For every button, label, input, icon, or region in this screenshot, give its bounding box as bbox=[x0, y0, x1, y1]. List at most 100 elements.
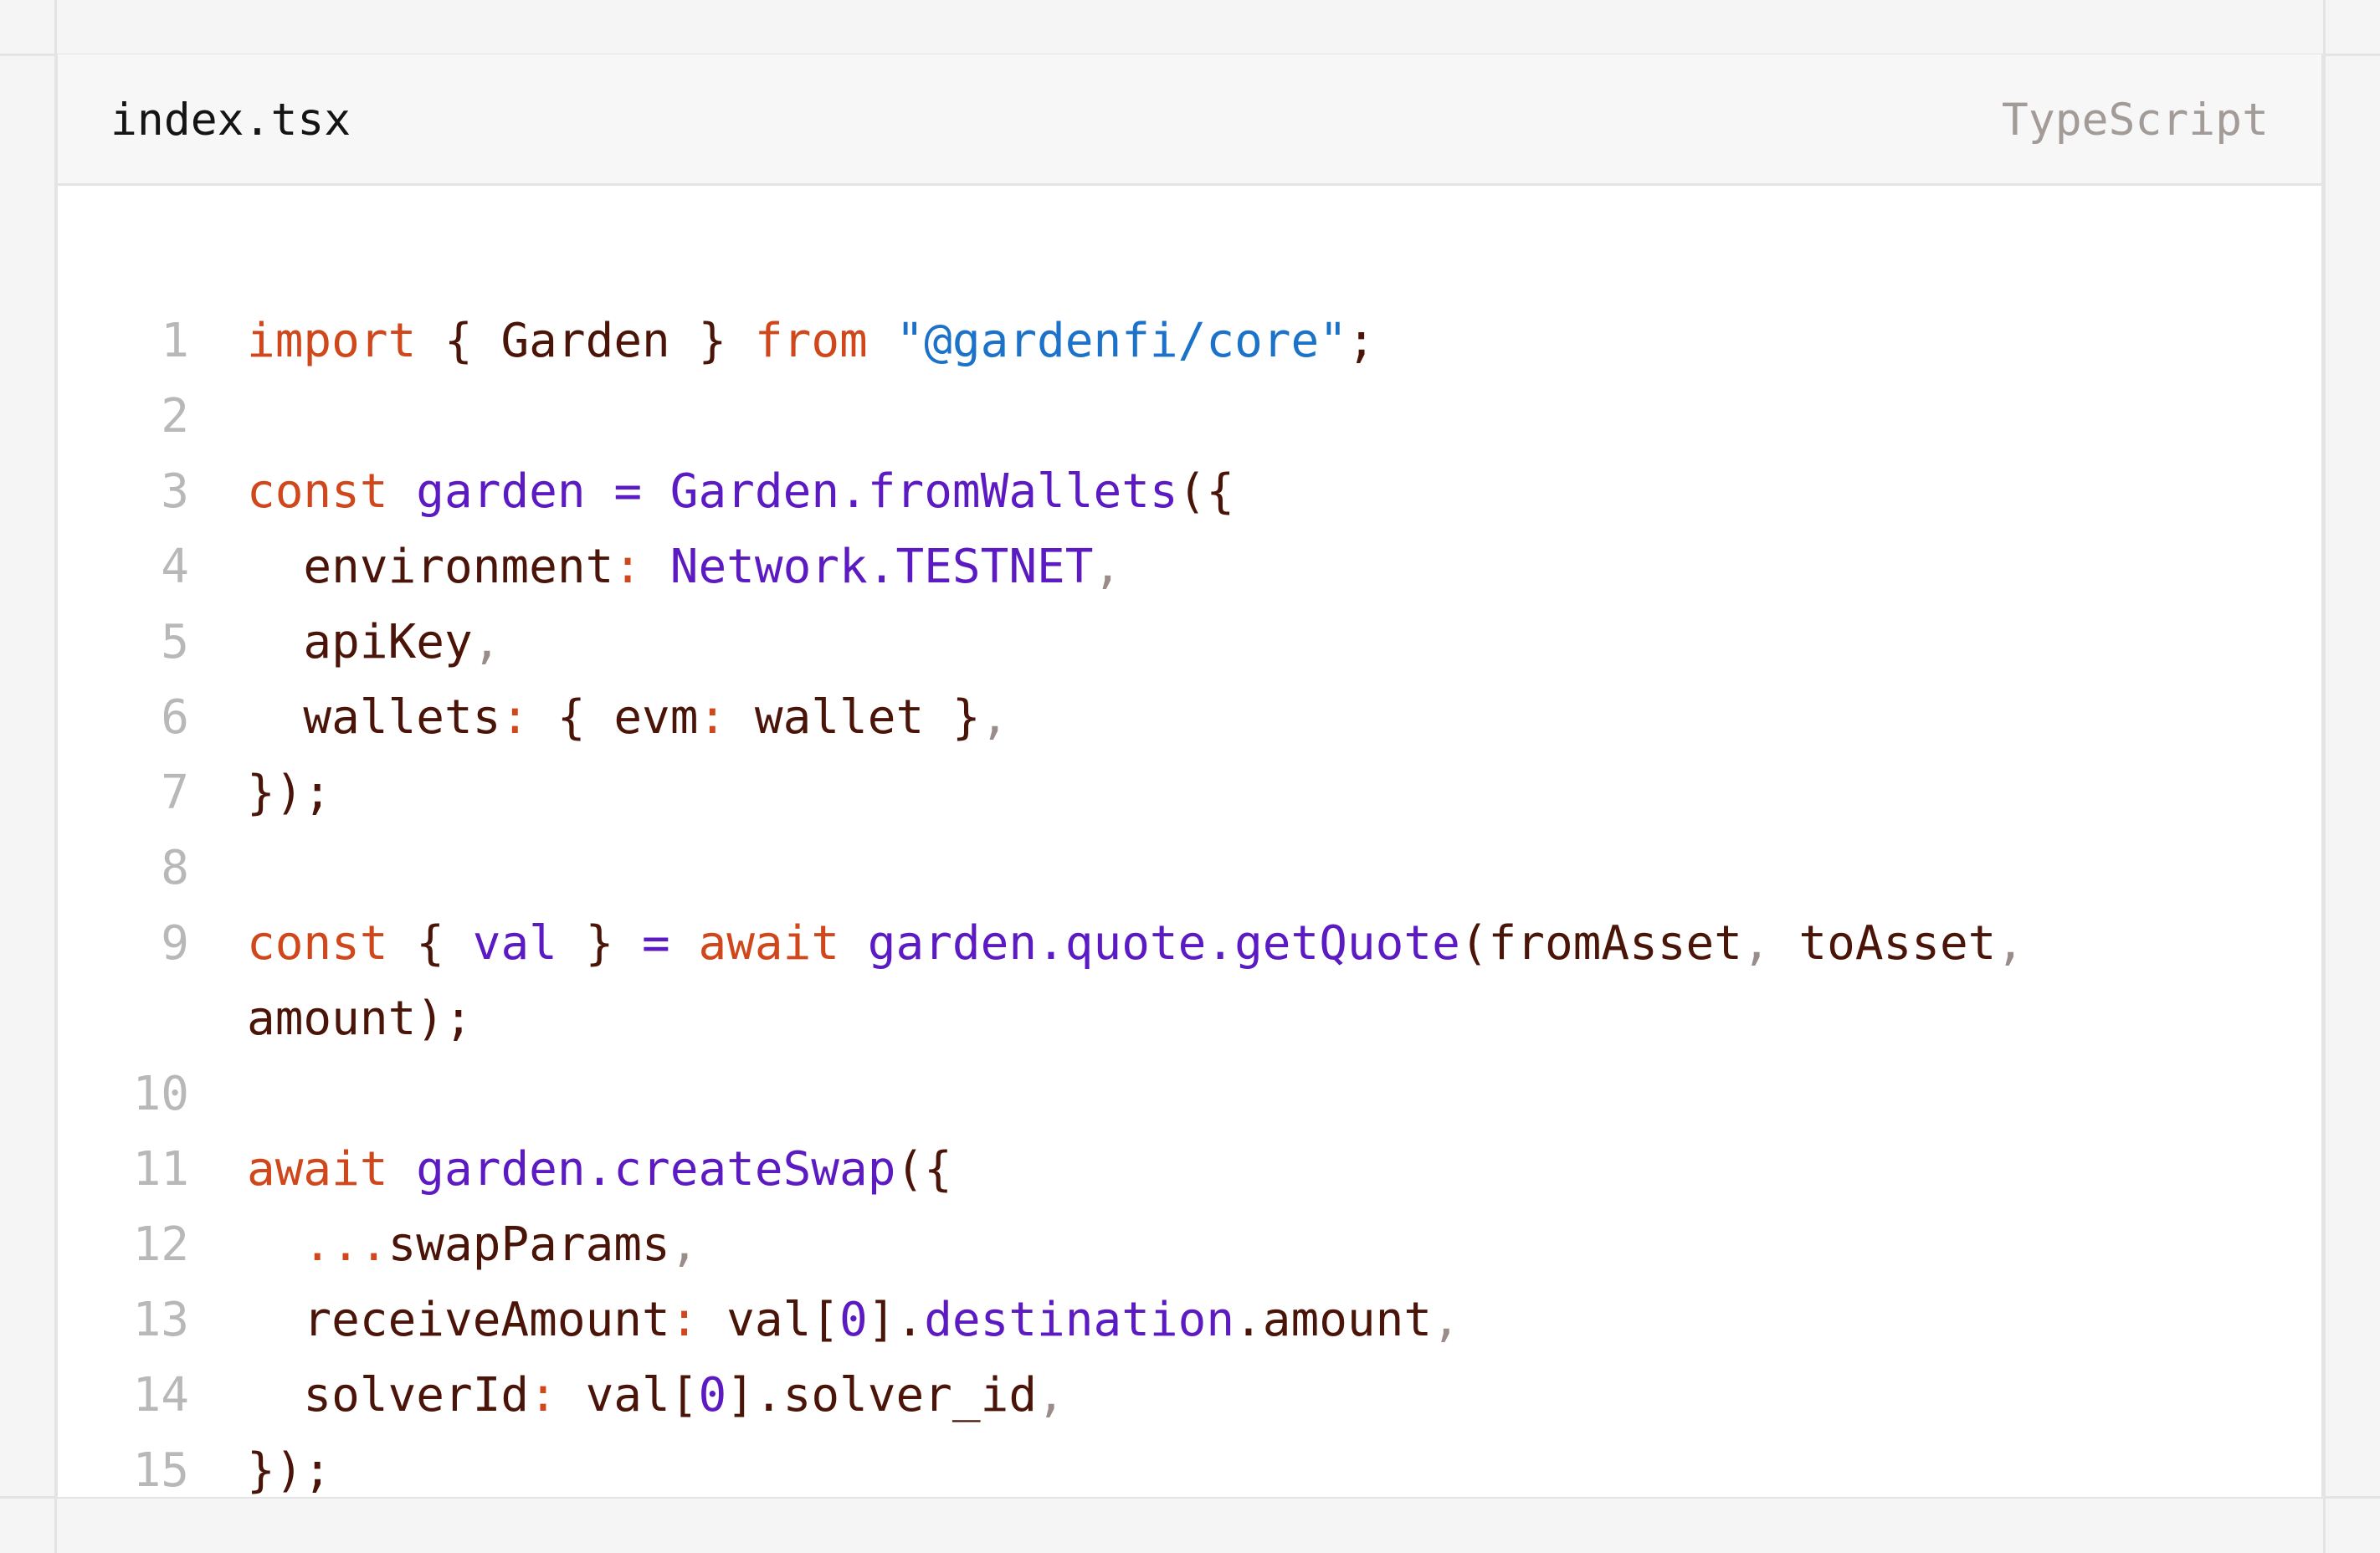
code-line: 9 const { val } = await garden.quote.getQ… bbox=[58, 906, 2321, 982]
code-line: 15}); bbox=[58, 1433, 2321, 1509]
code-token: } bbox=[669, 314, 755, 368]
code-line: 2 bbox=[58, 379, 2321, 454]
code-token: : bbox=[529, 1368, 557, 1422]
code-token: (fromAsset bbox=[1459, 916, 1742, 971]
line-code: environment: Network.TESTNET, bbox=[247, 530, 1121, 605]
code-token: , bbox=[669, 1217, 699, 1272]
code-token: ... bbox=[247, 1217, 388, 1272]
line-number: 2 bbox=[161, 389, 189, 443]
code-token: : bbox=[698, 690, 727, 745]
line-code: await garden.createSwap({ bbox=[247, 1132, 952, 1207]
code-token: garden.createSwap bbox=[416, 1142, 896, 1197]
code-token: garden.quote.getQuote bbox=[867, 916, 1460, 971]
code-token: "@gardenfi/core" bbox=[895, 314, 1347, 368]
code-token: ].solver_id bbox=[726, 1368, 1038, 1422]
line-code: apiKey, bbox=[247, 605, 500, 680]
line-code: const { val } = await garden.quote.getQu… bbox=[247, 906, 2024, 982]
code-token: solverId bbox=[247, 1368, 530, 1422]
code-line: 12 ...swapParams, bbox=[58, 1207, 2321, 1283]
code-line: 7}); bbox=[58, 756, 2321, 831]
code-token: } bbox=[557, 916, 643, 971]
code-line: 5 apiKey, bbox=[58, 605, 2321, 680]
code-token: , bbox=[1037, 1368, 1065, 1422]
code-token: wallets bbox=[247, 690, 501, 745]
code-token: : bbox=[500, 690, 530, 745]
code-token: = bbox=[642, 916, 670, 971]
code-token: swapParams bbox=[387, 1217, 670, 1272]
code-line: 14 solverId: val[0].solver_id, bbox=[58, 1358, 2321, 1433]
line-code: }); bbox=[247, 1433, 331, 1509]
line-code: solverId: val[0].solver_id, bbox=[247, 1358, 1065, 1433]
code-token: const bbox=[247, 916, 388, 971]
line-number: 4 bbox=[161, 540, 189, 594]
line-number: 13 bbox=[132, 1293, 189, 1347]
code-token: ({ bbox=[1177, 464, 1235, 519]
code-token: receiveAmount bbox=[247, 1293, 670, 1347]
code-token: { bbox=[416, 314, 501, 368]
code-token: , bbox=[980, 690, 1009, 745]
code-token: wallet } bbox=[726, 690, 981, 745]
code-token: val[ bbox=[557, 1368, 699, 1422]
code-body[interactable]: 1 import { Garden } from "@gardenfi/core"… bbox=[58, 186, 2321, 1509]
code-token: ; bbox=[1346, 314, 1376, 368]
code-line: 1 import { Garden } from "@gardenfi/core"… bbox=[58, 304, 2321, 379]
line-number: 1 bbox=[161, 314, 189, 368]
line-number: 9 bbox=[161, 916, 189, 971]
code-token: }); bbox=[247, 766, 332, 820]
code-token: , bbox=[1741, 916, 1771, 971]
code-token: : bbox=[613, 540, 643, 594]
code-token: val[ bbox=[698, 1293, 840, 1347]
code-token: val bbox=[472, 916, 557, 971]
code-token: garden bbox=[416, 464, 586, 519]
code-token: const bbox=[247, 464, 388, 519]
code-line: amount); bbox=[58, 982, 2321, 1057]
code-token: fromWallets bbox=[867, 464, 1178, 519]
code-token: 0 bbox=[698, 1368, 727, 1422]
line-code: wallets: { evm: wallet }, bbox=[247, 680, 1008, 756]
code-token: , bbox=[1432, 1293, 1460, 1347]
line-code: import { Garden } from "@gardenfi/core"; bbox=[247, 304, 1376, 379]
code-token: ({ bbox=[895, 1142, 952, 1197]
code-line: 6 wallets: { evm: wallet }, bbox=[58, 680, 2321, 756]
language-label: TypeScript bbox=[2001, 95, 2269, 146]
line-code: }); bbox=[247, 756, 331, 831]
line-number: 3 bbox=[161, 464, 189, 519]
code-token: , bbox=[1093, 540, 1122, 594]
line-code: amount); bbox=[247, 982, 473, 1057]
line-number: 12 bbox=[132, 1217, 189, 1272]
line-number: 5 bbox=[161, 615, 189, 669]
code-line: 11 await garden.createSwap({ bbox=[58, 1132, 2321, 1207]
line-code: receiveAmount: val[0].destination.amount… bbox=[247, 1283, 1460, 1358]
code-token: Garden bbox=[669, 464, 840, 519]
code-token: , bbox=[472, 615, 501, 669]
file-name: index.tsx bbox=[110, 95, 351, 146]
code-token: from bbox=[754, 314, 868, 368]
line-number: 15 bbox=[132, 1443, 189, 1498]
code-token: ]. bbox=[867, 1293, 925, 1347]
code-token: import bbox=[247, 314, 417, 368]
line-code: ...swapParams, bbox=[247, 1207, 698, 1283]
code-token: Garden bbox=[500, 314, 670, 368]
code-block-header: index.tsx TypeScript bbox=[58, 54, 2321, 186]
code-token: = bbox=[613, 464, 643, 519]
line-number: 7 bbox=[161, 766, 189, 820]
code-line: 13 receiveAmount: val[0].destination.amo… bbox=[58, 1283, 2321, 1358]
code-token: , bbox=[1996, 916, 2025, 971]
code-token: . bbox=[839, 464, 868, 519]
line-number: 11 bbox=[132, 1142, 189, 1197]
code-block: index.tsx TypeScript 1 import { Garden } … bbox=[55, 54, 2324, 1498]
code-token: destination bbox=[924, 1293, 1235, 1347]
code-line: 3 const garden = Garden.fromWallets({ bbox=[58, 454, 2321, 530]
line-number: 6 bbox=[161, 690, 189, 745]
code-line: 10 bbox=[58, 1057, 2321, 1132]
code-token: }); bbox=[247, 1443, 332, 1498]
line-code: const garden = Garden.fromWallets({ bbox=[247, 454, 1234, 530]
code-token: { bbox=[529, 690, 614, 745]
